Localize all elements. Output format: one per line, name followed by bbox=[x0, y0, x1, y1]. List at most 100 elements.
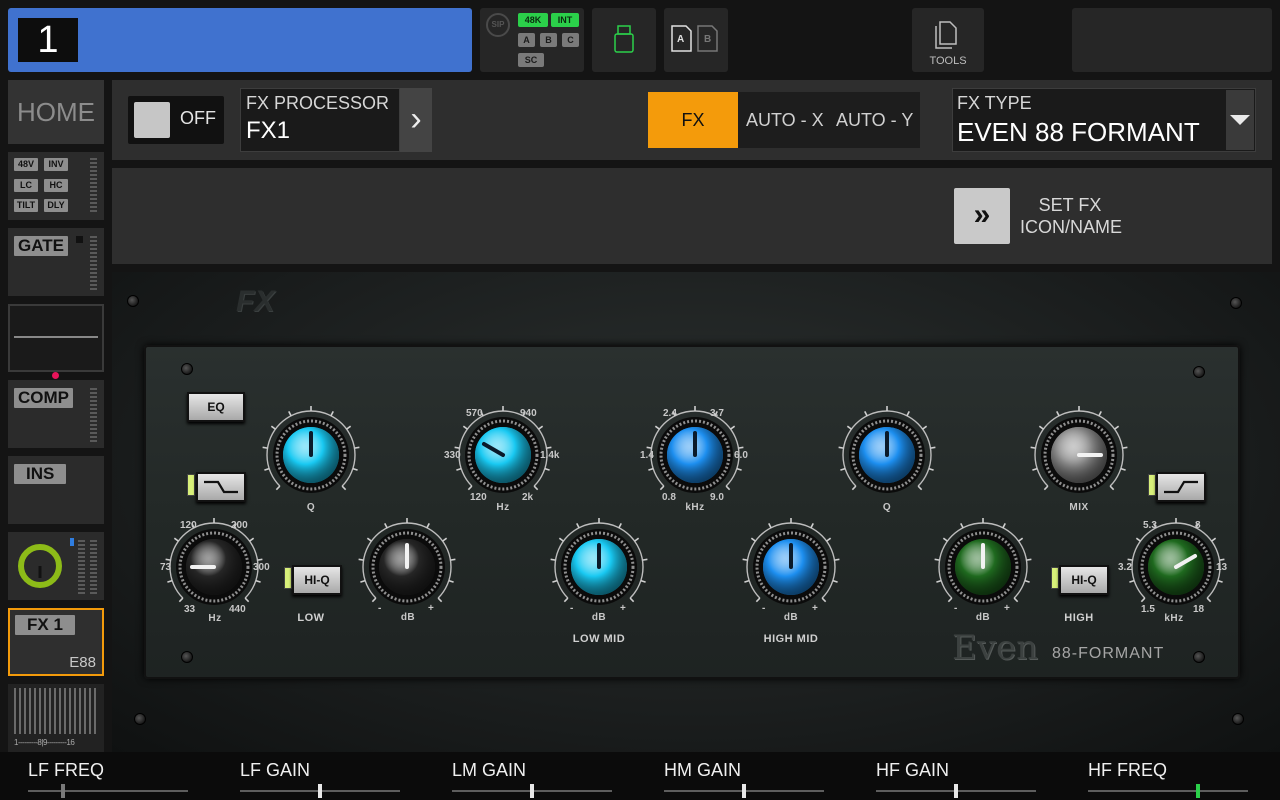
fx1-type: E88 bbox=[69, 654, 96, 671]
mix-knob[interactable] bbox=[1029, 405, 1129, 505]
hf-gain-label: dB bbox=[975, 612, 991, 623]
samplerate-badge: 48K bbox=[518, 13, 548, 27]
bus-meter-scale: 1---------8|9---------16 bbox=[14, 738, 75, 747]
preamp-meter bbox=[90, 158, 97, 214]
shelf-curve-icon bbox=[204, 480, 238, 494]
hf-freq-tick: 13 bbox=[1216, 562, 1228, 573]
hiq-high-button[interactable]: HI-Q bbox=[1059, 565, 1109, 595]
param-slider-6[interactable] bbox=[1088, 790, 1248, 792]
lm-freq-tick: 940 bbox=[520, 408, 537, 419]
fx1-slot[interactable]: FX 1 E88 bbox=[8, 608, 104, 676]
card-a-label: A bbox=[677, 34, 685, 45]
fx-options-bar bbox=[112, 168, 1272, 264]
mode-fx-button[interactable]: FX bbox=[648, 92, 738, 148]
lf-freq-knob[interactable] bbox=[164, 517, 264, 617]
lf-freq-label: Hz bbox=[208, 613, 222, 624]
clock-badge: INT bbox=[551, 13, 579, 27]
bus-meter-section[interactable]: 1---------8|9---------16 bbox=[8, 684, 104, 752]
hm-q-label: Q bbox=[882, 502, 892, 513]
level-section[interactable] bbox=[8, 532, 104, 600]
usb-icon bbox=[614, 25, 634, 53]
shelf-curve-icon bbox=[1164, 480, 1198, 494]
param-slider-thumb-6[interactable] bbox=[1196, 784, 1201, 798]
hf-gain-minus: - bbox=[954, 603, 958, 614]
param-slider-thumb-1[interactable] bbox=[61, 784, 66, 798]
screw-icon bbox=[1232, 713, 1244, 725]
param-label-3: LM GAIN bbox=[452, 760, 527, 780]
hf-freq-knob[interactable] bbox=[1126, 517, 1226, 617]
eq-button[interactable]: EQ bbox=[187, 392, 245, 422]
hm-freq-tick: 6.0 bbox=[734, 450, 748, 461]
param-slider-thumb-4[interactable] bbox=[742, 784, 746, 798]
preamp-section[interactable]: 48V INV LC HC TILT DLY bbox=[8, 152, 104, 220]
comp-section[interactable]: COMP bbox=[8, 380, 104, 448]
comp-label: COMP bbox=[14, 388, 73, 408]
hm-freq-tick: 1.4 bbox=[640, 450, 654, 461]
highcut-tag: HC bbox=[44, 179, 68, 192]
sip-indicator: SIP bbox=[486, 13, 510, 37]
card-button[interactable]: A B bbox=[664, 8, 728, 72]
usb-button[interactable] bbox=[592, 8, 656, 72]
high-section-label: HIGH bbox=[1064, 612, 1094, 624]
param-slider-1[interactable] bbox=[28, 790, 188, 792]
hm-freq-knob[interactable] bbox=[645, 405, 745, 505]
param-label-6: HF FREQ bbox=[1088, 760, 1167, 780]
lm-gain-label: dB bbox=[591, 612, 607, 623]
fx-type-value: EVEN 88 FORMANT bbox=[957, 117, 1200, 147]
status-a-badge: A bbox=[518, 33, 535, 47]
hf-gain-plus: + bbox=[1004, 603, 1010, 614]
insert-section[interactable]: INS bbox=[8, 456, 104, 524]
card-icon bbox=[671, 25, 718, 52]
status-sc-badge: SC bbox=[518, 53, 544, 67]
hm-q-knob[interactable] bbox=[837, 405, 937, 505]
param-label-5: HF GAIN bbox=[876, 760, 950, 780]
lf-gain-knob[interactable] bbox=[357, 517, 457, 617]
set-fx-icon-button[interactable]: » bbox=[954, 188, 1010, 244]
hm-freq-tick: 9.0 bbox=[710, 492, 724, 503]
mode-auto-x-button[interactable]: AUTO - X bbox=[746, 110, 824, 131]
home-button[interactable]: HOME bbox=[8, 80, 104, 144]
eq-curve bbox=[14, 336, 98, 338]
low-mid-section-label: LOW MID bbox=[572, 633, 626, 645]
param-slider-thumb-5[interactable] bbox=[954, 784, 958, 798]
param-label-1: LF FREQ bbox=[28, 760, 105, 780]
dropdown-arrow-icon[interactable] bbox=[1226, 90, 1254, 150]
level-meter-left bbox=[78, 540, 85, 594]
lf-q-knob[interactable] bbox=[261, 405, 361, 505]
low-shape-led bbox=[187, 474, 195, 496]
lm-freq-tick: 2k bbox=[522, 492, 534, 503]
lm-freq-knob[interactable] bbox=[453, 405, 553, 505]
model-name: 88-FORMANT bbox=[1052, 645, 1165, 662]
status-c-badge: C bbox=[562, 33, 579, 47]
empty-slot[interactable] bbox=[1072, 8, 1272, 72]
delay-tag: DLY bbox=[44, 199, 68, 212]
fx-processor-caption: FX PROCESSOR bbox=[246, 93, 390, 113]
param-slider-thumb-3[interactable] bbox=[530, 784, 534, 798]
mix-label: MIX bbox=[1069, 502, 1089, 513]
lm-gain-knob[interactable] bbox=[549, 517, 649, 617]
gate-label: GATE bbox=[14, 236, 68, 256]
set-fx-label: SET FX bbox=[1038, 195, 1102, 215]
eq-section[interactable] bbox=[8, 304, 104, 372]
hm-freq-tick: 3.7 bbox=[710, 408, 724, 419]
hm-gain-knob[interactable] bbox=[741, 517, 841, 617]
screw-icon bbox=[1230, 297, 1242, 309]
chevron-right-icon[interactable]: › bbox=[400, 88, 432, 152]
hf-freq-tick: 5.3 bbox=[1143, 520, 1157, 531]
lm-freq-tick: 1.4k bbox=[540, 450, 560, 461]
mode-auto-y-button[interactable]: AUTO - Y bbox=[836, 110, 913, 131]
invert-tag: INV bbox=[44, 158, 68, 171]
tools-icon bbox=[935, 21, 957, 49]
gate-section[interactable]: GATE bbox=[8, 228, 104, 296]
screw-icon bbox=[134, 713, 146, 725]
high-shape-button[interactable] bbox=[1156, 472, 1206, 502]
hf-gain-knob[interactable] bbox=[933, 517, 1033, 617]
eq-dot bbox=[52, 372, 59, 379]
high-shape-led bbox=[1148, 474, 1156, 496]
insert-label: INS bbox=[14, 464, 67, 484]
param-slider-thumb-2[interactable] bbox=[318, 784, 322, 798]
hiq-low-button[interactable]: HI-Q bbox=[292, 565, 342, 595]
low-shape-button[interactable] bbox=[196, 472, 246, 502]
lf-freq-tick: 300 bbox=[253, 562, 270, 573]
lf-freq-tick: 33 bbox=[184, 604, 196, 615]
